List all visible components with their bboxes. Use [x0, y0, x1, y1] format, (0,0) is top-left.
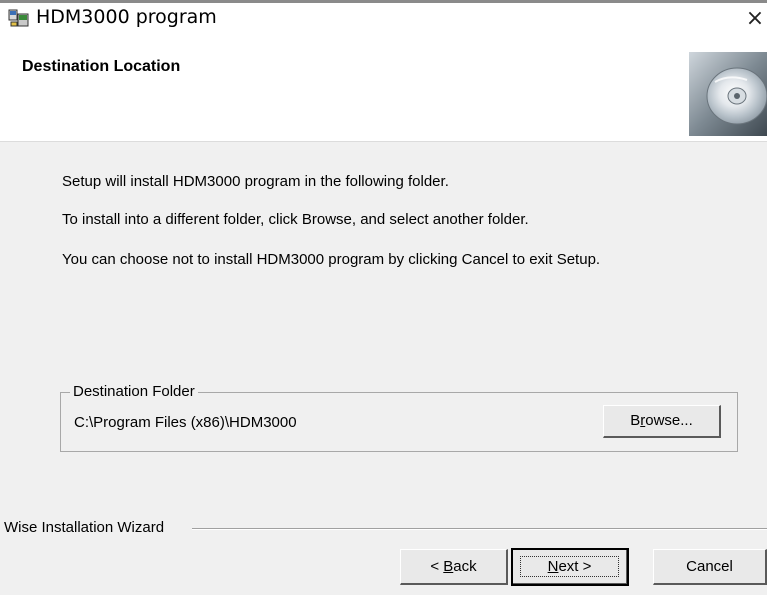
intro-text-1: Setup will install HDM3000 program in th…: [62, 173, 449, 190]
intro-text-2: To install into a different folder, clic…: [62, 211, 529, 228]
browse-button[interactable]: Browse...: [603, 405, 721, 438]
back-button[interactable]: < Back: [400, 549, 508, 585]
intro-text-3: You can choose not to install HDM3000 pr…: [62, 251, 601, 268]
window-title: HDM3000 program: [36, 6, 217, 28]
installer-window: HDM3000 program × Destination Location S…: [0, 0, 767, 595]
destination-folder-legend: Destination Folder: [70, 383, 198, 400]
focus-ring: [520, 556, 619, 577]
next-button[interactable]: Next >: [511, 548, 629, 586]
destination-path: C:\Program Files (x86)\HDM3000: [74, 414, 297, 431]
header-panel: Destination Location: [0, 33, 767, 142]
footer-divider: [192, 528, 767, 530]
cd-disc-icon: [689, 52, 767, 136]
cancel-button[interactable]: Cancel: [653, 549, 767, 585]
title-bar[interactable]: HDM3000 program ×: [0, 3, 767, 33]
wizard-label: Wise Installation Wizard: [4, 519, 169, 536]
close-icon[interactable]: ×: [744, 6, 766, 32]
page-title: Destination Location: [22, 58, 181, 75]
installer-icon: [8, 9, 29, 27]
